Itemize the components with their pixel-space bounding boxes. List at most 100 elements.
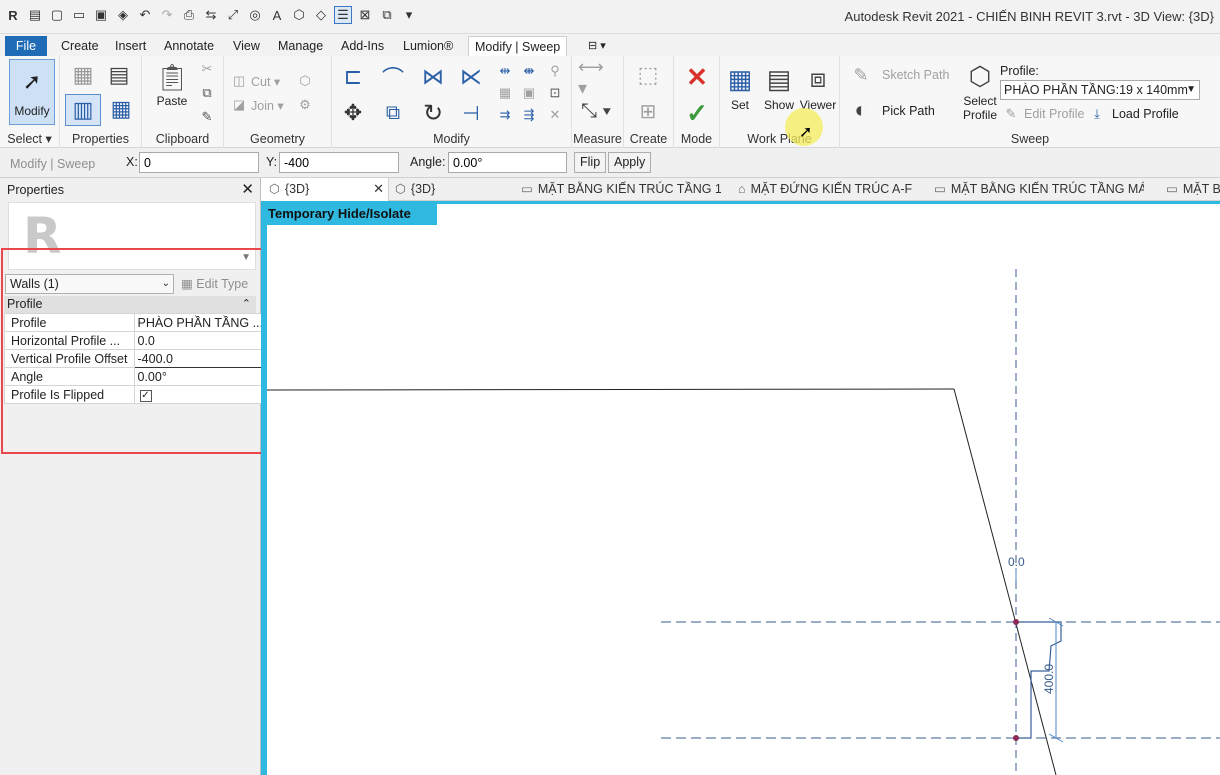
undo-icon[interactable]: ↶ [136,6,154,24]
load-profile-icon[interactable]: ⤓ [1088,105,1106,123]
chevron-down-icon[interactable]: ▼ [241,252,251,263]
dimension-icon[interactable]: ⤢ [224,6,242,24]
new-icon[interactable]: ▢ [48,6,66,24]
dimension-top-text[interactable]: 0.0 [1008,555,1025,569]
type-properties-icon[interactable]: ▦ [68,60,98,90]
property-value[interactable]: 0.00° [133,367,267,386]
mirror-axis-icon[interactable]: ⋈ [418,62,448,92]
view-tab-overflow[interactable]: ▭ MẶT B [1166,178,1220,201]
close-tab-icon[interactable]: ✕ [373,178,384,200]
cut-geometry-label[interactable]: Cut ▾ [251,74,280,89]
property-row-profile[interactable]: Profile PHÀO PHẦN TẦNG ... [4,313,268,332]
profile-insertion-point[interactable] [1013,619,1019,625]
tab-lumion[interactable]: Lumion® [397,36,459,56]
sketch-path-button[interactable]: Sketch Path [882,68,949,82]
cancel-edit-icon[interactable]: ✕ [682,62,712,92]
viewer-button[interactable]: ⧈ Viewer [798,60,838,112]
switch-windows-icon[interactable]: ⧉ [378,6,396,24]
finish-edit-icon[interactable]: ✓ [682,98,712,128]
delete-icon[interactable]: ✕ [546,106,564,124]
cut-clipboard-icon[interactable]: ✂ [198,60,216,78]
flip-button[interactable]: Flip [574,152,607,173]
offset-icon[interactable]: ⌒ [378,62,408,92]
properties-icon[interactable]: ▥ [65,94,101,126]
property-row-vertical-offset[interactable]: Vertical Profile Offset -400.0 [4,349,268,368]
split-gap-icon[interactable]: ⇼ [520,62,538,80]
profile-category-header[interactable]: Profile ⌃ [4,296,256,313]
tab-insert[interactable]: Insert [109,36,152,56]
view-tab-roof-plan[interactable]: ▭ MẶT BẰNG KIẾN TRÚC TẦNG MÁI [934,178,1144,201]
property-row-profile-flipped[interactable]: Profile Is Flipped ✓ [4,385,268,404]
tab-create[interactable]: Create [55,36,105,56]
view-tab-floor-plan-1[interactable]: ▭ MẶT BẰNG KIẾN TRÚC TẦNG 1 [521,178,721,201]
property-row-horizontal-offset[interactable]: Horizontal Profile ... 0.0 [4,331,268,350]
view-tab-elevation[interactable]: ⌂ MẶT ĐỨNG KIẾN TRÚC A-F [738,178,918,201]
select-profile-button[interactable]: ⬡ Select Profile [958,58,1002,123]
pin-icon[interactable]: ⚲ [546,62,564,80]
copy-icon[interactable]: ⧉ [198,84,216,102]
sync-icon[interactable]: ◈ [114,6,132,24]
dimension-side-text[interactable]: 400.0 [1042,664,1056,694]
tab-manage[interactable]: Manage [272,36,329,56]
copy-element-icon[interactable]: ⧉ [378,98,408,128]
array-icon[interactable]: ▦ [496,84,514,102]
load-profile-button[interactable]: Load Profile [1112,107,1179,121]
apply-button[interactable]: Apply [608,152,652,173]
property-row-angle[interactable]: Angle 0.00° [4,367,268,386]
family-types-icon[interactable]: ▤ [104,60,134,90]
view-tab-3d-active[interactable]: ⬡ {3D} ✕ [261,178,389,201]
split-face-icon[interactable]: ⚙ [296,96,314,114]
unpin-icon[interactable]: ⊡ [546,84,564,102]
angle-input[interactable] [448,152,567,173]
show-work-plane-button[interactable]: ▤ Show [760,60,798,113]
edit-profile-icon[interactable]: ✎ [1002,105,1020,123]
join-geometry-icon[interactable]: ◪ [230,96,248,114]
home-icon[interactable]: ▤ [26,6,44,24]
cut-geometry-icon[interactable]: ◫ [230,72,248,90]
revit-logo[interactable]: R [4,6,22,24]
save-icon[interactable]: ▣ [92,6,110,24]
sketch-path-icon[interactable]: ✎ [846,64,876,86]
tab-add-ins[interactable]: Add-Ins [335,36,390,56]
trim-multiple-icon[interactable]: ⇉ [496,106,514,124]
wall-joins-icon[interactable]: ⬡ [296,72,314,90]
profile-base-point[interactable] [1013,735,1019,741]
redo-icon[interactable]: ↷ [158,6,176,24]
create-parts-icon[interactable]: ⊞ [632,96,664,126]
close-hidden-icon[interactable]: ⊠ [356,6,374,24]
trim-extend-icon[interactable]: ⊣ [456,98,486,128]
view-tab-3d[interactable]: ⬡ {3D} [395,178,505,201]
measure-icon[interactable]: ⇆ [202,6,220,24]
tab-annotate[interactable]: Annotate [158,36,220,56]
type-selector[interactable]: Walls (1) ⌄ [5,274,174,294]
edit-profile-button[interactable]: Edit Profile [1024,107,1084,121]
drawing-canvas[interactable]: 0.0 400.0 Temporary Hide/Isolate [261,201,1220,775]
aligned-dimension-icon[interactable]: ⤡ ▾ [578,98,614,124]
view-3d-icon[interactable]: ⬡ [290,6,308,24]
paste-button[interactable]: 📋︎ Paste [152,60,192,109]
collapse-icon[interactable]: ⌃ [242,296,251,313]
tab-view[interactable]: View [227,36,266,56]
text-icon[interactable]: A [268,6,286,24]
rotate-icon[interactable]: ↻ [418,98,448,128]
tag-icon[interactable]: ◎ [246,6,264,24]
measure-distance-icon[interactable]: ⟷ ▾ [578,57,614,98]
property-value[interactable]: 0.0 [133,331,267,350]
split-icon[interactable]: ⇹ [496,62,514,80]
thin-lines-icon[interactable]: ☰ [334,6,352,24]
move-icon[interactable]: ✥ [338,98,368,128]
close-icon[interactable]: ✕ [241,180,254,198]
create-similar-icon[interactable]: ⬚ [632,60,664,90]
customize-qat-icon[interactable]: ▾ [400,6,418,24]
tab-file[interactable]: File [5,36,47,56]
select-label[interactable]: Select ▾ [0,131,59,146]
set-work-plane-button[interactable]: ▦ Set [722,60,758,113]
mirror-draw-icon[interactable]: ⋉ [456,62,486,92]
match-properties-icon[interactable]: ✎ [198,108,216,126]
section-icon[interactable]: ◇ [312,6,330,24]
family-category-icon[interactable]: ▦ [106,94,136,124]
scale-icon[interactable]: ▣ [520,84,538,102]
tab-panel-toggle-icon[interactable]: ⊟ ▾ [582,36,612,56]
tab-modify-sweep[interactable]: Modify | Sweep [468,36,568,56]
trim-single-icon[interactable]: ⇶ [520,106,538,124]
